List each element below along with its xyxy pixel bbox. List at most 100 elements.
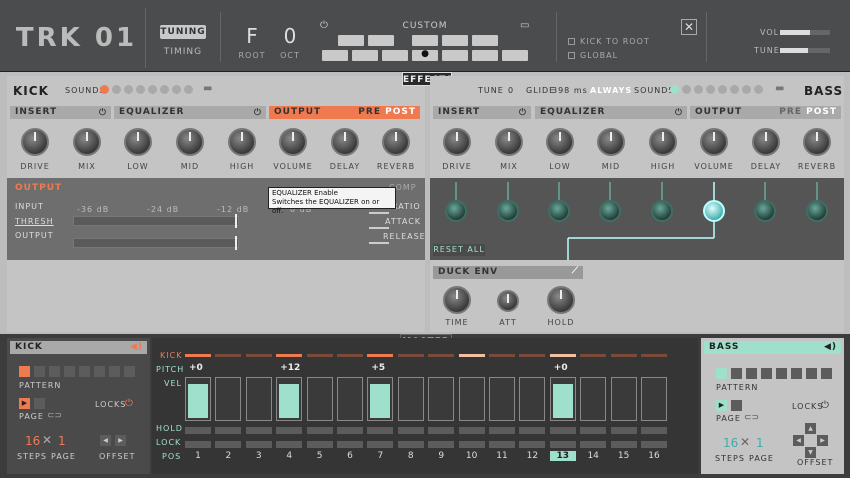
oct-value[interactable]: 0 <box>275 24 305 48</box>
volume-knob[interactable] <box>700 128 728 156</box>
reset-all-button[interactable]: RESET ALL <box>433 244 485 256</box>
speaker-icon[interactable]: ◀) <box>824 341 837 354</box>
lock-cell[interactable] <box>245 441 272 448</box>
output-handle[interactable] <box>235 236 237 250</box>
lock-cell[interactable] <box>610 441 637 448</box>
mix-knob[interactable] <box>495 128 523 156</box>
sound-dot[interactable] <box>100 85 109 94</box>
lock-cell[interactable] <box>306 441 333 448</box>
sound-dot[interactable] <box>148 85 157 94</box>
pattern-slot[interactable] <box>791 368 802 379</box>
pattern-slot[interactable] <box>109 366 120 377</box>
speaker-icon[interactable]: ◀) <box>130 341 143 354</box>
kick-trigger[interactable] <box>337 354 363 357</box>
pattern-slot[interactable] <box>94 366 105 377</box>
pre-post-toggle[interactable]: PRE POST <box>779 106 837 119</box>
power-icon[interactable]: ⏻ <box>675 107 683 120</box>
folder-icon[interactable]: ▬ <box>203 83 212 94</box>
mod-knob[interactable] <box>754 200 776 222</box>
reverb-knob[interactable] <box>803 128 831 156</box>
kick-trigger[interactable] <box>245 354 272 357</box>
mod-knob[interactable] <box>497 200 519 222</box>
reverb-knob[interactable] <box>382 128 410 156</box>
kick-trigger[interactable] <box>367 354 394 357</box>
post-label[interactable]: POST <box>385 107 416 117</box>
link-icon[interactable]: ⊂⊃ <box>744 413 759 423</box>
power-icon[interactable]: ⏻ <box>254 107 262 120</box>
sound-dot[interactable] <box>718 85 727 94</box>
step-position[interactable]: 10 <box>459 451 485 461</box>
sound-dot[interactable] <box>742 85 751 94</box>
pre-post-toggle[interactable]: PRE POST <box>358 106 416 119</box>
high-knob[interactable] <box>228 128 256 156</box>
sound-dot[interactable] <box>682 85 691 94</box>
sound-dot[interactable] <box>730 85 739 94</box>
pattern-slot[interactable] <box>49 366 60 377</box>
page-slot[interactable] <box>731 400 742 411</box>
page-value[interactable]: 1 <box>58 434 66 448</box>
sound-dot[interactable] <box>136 85 145 94</box>
lock-cell[interactable] <box>215 441 242 448</box>
step-position[interactable]: 12 <box>519 451 545 461</box>
step-position[interactable]: 13 <box>549 451 576 461</box>
attack-slider[interactable] <box>369 227 389 229</box>
kick-trigger[interactable] <box>489 354 515 357</box>
scale-key[interactable] <box>472 50 498 61</box>
mod-knob[interactable] <box>651 200 673 222</box>
pre-label[interactable]: PRE <box>779 107 802 117</box>
drive-knob[interactable] <box>21 128 49 156</box>
release-slider[interactable] <box>369 242 389 244</box>
att-knob[interactable] <box>497 290 519 312</box>
pre-label[interactable]: PRE <box>358 107 381 117</box>
low-knob[interactable] <box>546 128 574 156</box>
sound-dot[interactable] <box>694 85 703 94</box>
lock-cell[interactable] <box>367 441 394 448</box>
global-checkbox[interactable]: GLOBAL <box>568 51 618 60</box>
velocity-step[interactable] <box>367 377 394 421</box>
step-position[interactable]: 14 <box>580 451 606 461</box>
tune-value[interactable]: 0 <box>508 86 514 95</box>
step-position[interactable]: 2 <box>215 451 241 461</box>
step-position[interactable]: 6 <box>337 451 363 461</box>
kick-trigger[interactable] <box>580 354 607 357</box>
hold-cell[interactable] <box>306 427 333 434</box>
steps-value[interactable]: 16 <box>25 434 40 448</box>
lock-cell[interactable] <box>337 441 363 448</box>
hold-cell[interactable] <box>641 427 667 434</box>
velocity-step[interactable] <box>610 377 637 421</box>
scale-key[interactable] <box>338 35 364 46</box>
kick-trigger[interactable] <box>306 354 333 357</box>
pattern-slot[interactable] <box>821 368 832 379</box>
power-icon[interactable]: ⏻ <box>99 107 107 120</box>
delay-knob[interactable] <box>752 128 780 156</box>
sound-dot[interactable] <box>754 85 763 94</box>
kick-trigger[interactable] <box>397 354 424 357</box>
power-icon[interactable]: ⏻ <box>320 20 328 31</box>
hold-cell[interactable] <box>610 427 637 434</box>
velocity-step[interactable] <box>428 377 455 421</box>
scale-key[interactable] <box>472 35 498 46</box>
scale-key[interactable] <box>382 50 408 61</box>
hold-cell[interactable] <box>215 427 242 434</box>
thresh-handle[interactable] <box>235 214 237 228</box>
scale-key[interactable] <box>442 50 468 61</box>
mix-knob[interactable] <box>73 128 101 156</box>
hold-cell[interactable] <box>245 427 272 434</box>
link-icon[interactable]: ⊂⊃ <box>47 411 62 421</box>
scale-key[interactable] <box>412 35 438 46</box>
mod-knob-active[interactable] <box>703 200 725 222</box>
kick-trigger[interactable] <box>519 354 546 357</box>
hold-cell[interactable] <box>580 427 607 434</box>
velocity-step[interactable] <box>245 377 272 421</box>
lock-cell[interactable] <box>519 441 546 448</box>
high-knob[interactable] <box>649 128 677 156</box>
pattern-slot[interactable] <box>731 368 742 379</box>
pattern-slot[interactable] <box>34 366 45 377</box>
kick-trigger[interactable] <box>641 354 667 357</box>
low-knob[interactable] <box>124 128 152 156</box>
pattern-slot[interactable] <box>64 366 75 377</box>
velocity-step[interactable] <box>306 377 333 421</box>
pattern-slot[interactable] <box>776 368 787 379</box>
scale-key[interactable] <box>352 50 378 61</box>
offset-left-button[interactable]: ◀ <box>100 435 111 446</box>
